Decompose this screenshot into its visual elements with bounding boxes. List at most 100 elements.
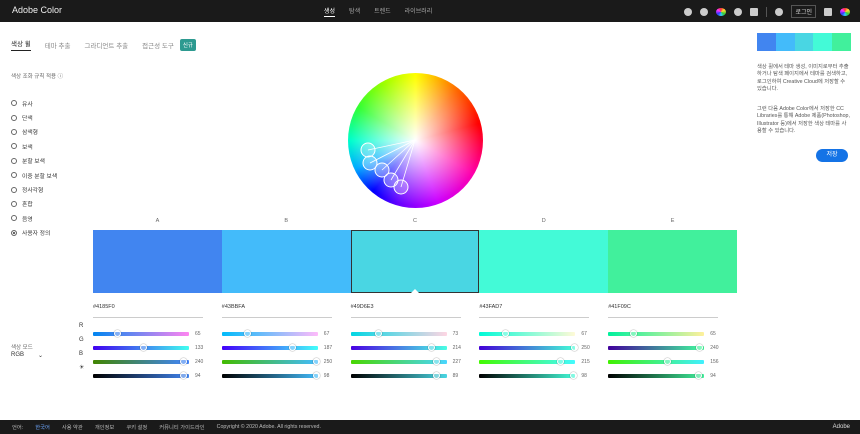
hex-input[interactable]: #41F09C [608,304,719,318]
radio-icon[interactable] [11,143,17,150]
channel-value[interactable]: 65 [710,331,716,337]
channel-slider[interactable] [608,344,705,351]
tab-accessibility[interactable]: 접근성 도구 [142,40,174,50]
tab-extract-theme[interactable]: 테마 추출 [45,40,71,50]
channel-value[interactable]: 94 [710,373,716,379]
channel-value[interactable]: 250 [324,359,332,365]
app-logo[interactable]: Adobe Color [12,5,62,15]
slider-handle[interactable] [180,358,188,365]
apps-grid-icon[interactable] [824,7,832,16]
rule-split-complementary[interactable]: 분할 보색 [11,154,57,168]
rule-compound[interactable]: 혼합 [11,197,57,211]
notes-icon[interactable] [750,7,759,16]
color-mode-select[interactable]: RGB ⌄ [11,352,43,359]
rule-monochromatic[interactable]: 단색 [11,110,57,124]
channel-value[interactable]: 156 [710,359,718,365]
channel-slider[interactable] [479,358,576,365]
rule-custom[interactable]: 사용자 정의 [11,226,57,240]
rule-shades[interactable]: 음영 [11,211,57,225]
channel-value[interactable]: 65 [195,331,201,337]
color-wheel-icon[interactable] [716,7,727,16]
rule-analogous[interactable]: 유사 [11,96,57,110]
channel-value[interactable]: 215 [581,359,589,365]
channel-value[interactable]: 227 [453,359,461,365]
settings-icon[interactable] [684,7,693,16]
channel-value[interactable]: 133 [195,345,203,351]
channel-value[interactable]: 67 [324,331,330,337]
channel-slider[interactable] [350,372,447,379]
slider-handle[interactable] [629,330,637,337]
hex-input[interactable]: #4185F0 [93,304,203,318]
slider-handle[interactable] [140,344,148,351]
channel-slider[interactable] [221,372,320,379]
rule-double-split[interactable]: 이중 분할 보색 [11,168,57,182]
color-swatch[interactable] [350,230,480,293]
channel-slider[interactable] [350,358,447,365]
channel-value[interactable]: 98 [324,373,330,379]
save-button[interactable]: 저장 [816,149,848,162]
slider-handle[interactable] [557,358,565,365]
color-swatch[interactable] [221,230,351,293]
hex-input[interactable]: #49D6E3 [350,304,461,318]
channel-value[interactable]: 187 [324,345,332,351]
rule-complementary[interactable]: 보색 [11,139,57,153]
help-icon[interactable] [734,7,743,16]
channel-slider[interactable] [221,344,318,351]
channel-slider[interactable] [93,330,189,337]
channel-value[interactable]: 240 [710,345,718,351]
nav-trends[interactable]: 트렌드 [374,6,391,17]
channel-slider[interactable] [93,344,189,351]
adobe-logo[interactable]: Adobe [833,424,850,430]
radio-icon[interactable] [11,172,17,179]
nav-explore[interactable]: 탐색 [349,6,360,17]
slider-handle[interactable] [114,330,122,337]
channel-slider[interactable] [350,344,447,351]
slider-handle[interactable] [570,344,578,351]
user-icon[interactable] [775,7,784,16]
tab-extract-gradient[interactable]: 그라디언트 추출 [84,40,128,50]
radio-icon[interactable] [11,128,17,135]
hex-input[interactable]: #43FAD7 [479,304,590,318]
slider-handle[interactable] [312,372,320,379]
language-link[interactable]: 한국어 [35,423,50,431]
radio-icon[interactable] [11,100,17,107]
hex-input[interactable]: #43BBFA [221,304,332,318]
slider-handle[interactable] [570,372,578,379]
rule-triad[interactable]: 삼색형 [11,125,57,139]
channel-slider[interactable] [350,330,447,337]
footer-link-guidelines[interactable]: 커뮤니티 가이드라인 [159,423,204,431]
login-button[interactable]: 로그인 [791,5,816,18]
channel-value[interactable]: 94 [195,373,201,379]
slider-handle[interactable] [289,344,297,351]
footer-link-privacy[interactable]: 개인정보 [95,423,115,431]
footer-link-cookies[interactable]: 쿠키 설정 [126,423,147,431]
channel-value[interactable]: 250 [581,345,589,351]
channel-value[interactable]: 73 [453,331,459,337]
radio-icon[interactable] [11,186,17,193]
radio-icon[interactable] [11,215,17,222]
slider-handle[interactable] [375,330,383,337]
channel-slider[interactable] [221,330,318,337]
footer-link-terms[interactable]: 사용 약관 [62,423,83,431]
channel-value[interactable]: 89 [453,373,459,379]
channel-value[interactable]: 67 [581,331,587,337]
radio-selected-icon[interactable] [11,229,17,236]
slider-handle[interactable] [428,344,436,351]
color-wheel[interactable] [348,73,483,208]
adobe-color-icon[interactable] [840,7,850,16]
slider-handle[interactable] [695,372,703,379]
nav-libraries[interactable]: 라이브러리 [405,6,433,17]
channel-slider[interactable] [608,372,705,379]
color-swatch[interactable] [608,230,737,293]
channel-slider[interactable] [479,344,578,351]
channel-slider[interactable] [93,358,189,365]
nav-create[interactable]: 생성 [324,6,336,17]
channel-slider[interactable] [221,358,320,365]
slider-handle[interactable] [433,358,441,365]
slider-handle[interactable] [501,330,509,337]
channel-value[interactable]: 214 [453,345,461,351]
radio-icon[interactable] [11,200,17,207]
color-swatch[interactable] [93,230,222,293]
slider-handle[interactable] [180,372,188,379]
channel-value[interactable]: 98 [581,373,587,379]
